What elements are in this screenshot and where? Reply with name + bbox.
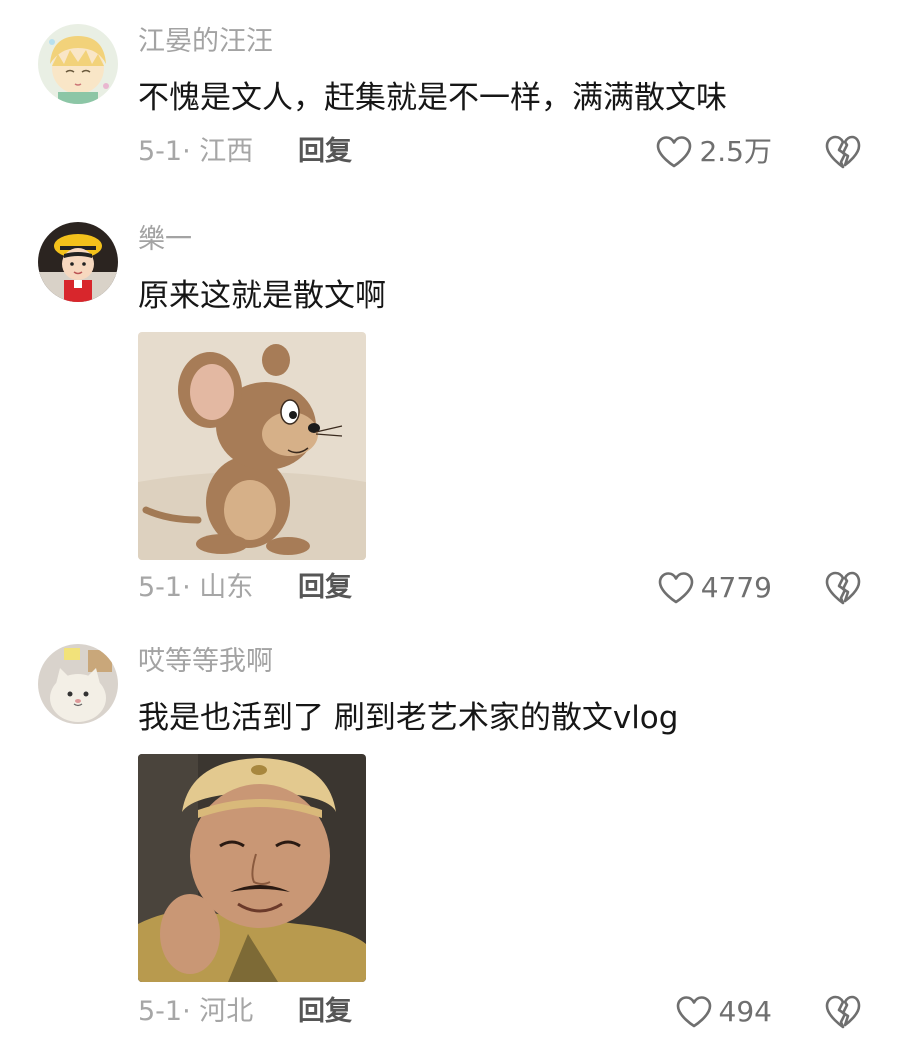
meta-separator: ·	[182, 996, 200, 1027]
like-button[interactable]: 494	[675, 992, 772, 1032]
heart-icon	[657, 136, 692, 168]
like-count: 4779	[700, 571, 772, 604]
meta-separator: ·	[182, 136, 200, 167]
comment-text: 我是也活到了 刷到老艺术家的散文vlog	[138, 700, 679, 736]
username[interactable]: 樂一	[138, 222, 192, 258]
comment-location: 江西	[199, 136, 254, 167]
like-count: 2.5万	[699, 135, 772, 168]
broken-heart-icon	[825, 995, 861, 1029]
comment-image[interactable]	[138, 332, 366, 560]
heart-icon	[658, 572, 694, 604]
broken-heart-icon	[825, 135, 861, 169]
meta-separator: ·	[182, 572, 200, 603]
dislike-button[interactable]	[824, 994, 862, 1030]
like-button[interactable]: 2.5万	[655, 132, 772, 172]
broken-heart-icon	[825, 571, 861, 605]
comment-text: 原来这就是散文啊	[138, 278, 386, 314]
user-avatar[interactable]	[38, 24, 118, 104]
comment-meta: 5-1· 河北	[138, 994, 253, 1030]
anime-boy-avatar-icon	[38, 24, 118, 104]
like-button[interactable]: 4779	[657, 568, 772, 608]
plush-cat-avatar-icon	[38, 644, 118, 724]
comment-item: 樂一 原来这就是散文啊 5-1· 山东 回复 4779	[0, 200, 900, 630]
comment-meta: 5-1· 山东	[138, 570, 253, 606]
like-count: 494	[718, 995, 772, 1028]
yellow-hat-girl-avatar-icon	[38, 222, 118, 302]
comment-date: 5-1	[138, 996, 183, 1027]
dislike-button[interactable]	[824, 570, 862, 606]
comment-text: 不愧是文人，赶集就是不一样，满满散文味	[138, 80, 727, 116]
comment-image[interactable]	[138, 754, 366, 982]
username[interactable]: 江晏的汪汪	[138, 24, 273, 60]
reply-button[interactable]: 回复	[298, 134, 352, 170]
smiling-man-meme-icon	[138, 754, 366, 982]
comment-date: 5-1	[138, 136, 183, 167]
comment-date: 5-1	[138, 572, 183, 603]
reply-button[interactable]: 回复	[298, 570, 352, 606]
heart-icon	[676, 996, 711, 1028]
comment-item: 江晏的汪汪 不愧是文人，赶集就是不一样，满满散文味 5-1· 江西 回复 2.5…	[0, 0, 900, 200]
comment-location: 山东	[199, 572, 254, 603]
dislike-button[interactable]	[824, 134, 862, 170]
reply-button[interactable]: 回复	[298, 994, 352, 1030]
cartoon-mouse-sticker-icon	[138, 332, 366, 560]
user-avatar[interactable]	[38, 222, 118, 302]
comment-location: 河北	[199, 996, 254, 1027]
user-avatar[interactable]	[38, 644, 118, 724]
comment-meta: 5-1· 江西	[138, 134, 253, 170]
comment-item: 哎等等我啊 我是也活到了 刷到老艺术家的散文vlog 5-1· 河北 回复 49…	[0, 630, 900, 1045]
username[interactable]: 哎等等我啊	[138, 644, 273, 680]
